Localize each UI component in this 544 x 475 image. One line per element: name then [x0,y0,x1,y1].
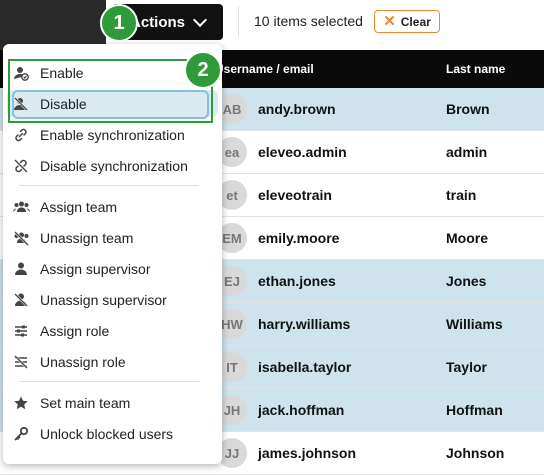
supervisor-icon [7,261,35,277]
menu-item-label: Assign team [40,198,118,215]
lastname-cell: train [446,187,477,203]
lastname-cell: Moore [446,230,488,246]
lastname-cell: Jones [446,273,487,289]
toolbar-divider [238,6,239,36]
role-off-icon [7,354,35,370]
lastname-cell: admin [446,144,488,160]
column-header-lastname[interactable]: Last name [446,62,505,76]
username-cell[interactable]: emily.moore [258,230,339,246]
chevron-down-icon [192,12,208,27]
menu-item-label: Unassign supervisor [40,291,167,308]
username-cell[interactable]: isabella.taylor [258,359,351,375]
menu-item-label: Unassign role [40,353,126,370]
lastname-cell: Williams [446,316,503,332]
step-1-badge: 1 [100,4,138,42]
username-cell[interactable]: eleveotrain [258,187,332,203]
selection-count: 10 items selected [254,13,363,29]
username-cell[interactable]: james.johnson [258,445,356,461]
clear-label: Clear [400,14,431,29]
menu-item-unlock-blocked-users[interactable]: Unlock blocked users [7,420,218,447]
username-cell[interactable]: andy.brown [258,101,336,117]
username-cell[interactable]: harry.williams [258,316,350,332]
unlink-icon [7,158,35,174]
role-icon [7,323,35,339]
menu-item-label: Assign role [40,322,110,339]
menu-item-label: Enable synchronization [40,126,185,143]
menu-item-unassign-supervisor[interactable]: Unassign supervisor [7,286,218,313]
supervisor-off-icon [7,292,35,308]
step-2-badge: 2 [184,51,222,89]
menu-item-assign-team[interactable]: Assign team [7,193,218,220]
lastname-cell: Brown [446,101,490,117]
link-icon [7,127,35,143]
menu-item-label: Unassign team [40,229,134,246]
team-off-icon [7,230,35,246]
menu-item-unassign-team[interactable]: Unassign team [7,224,218,251]
username-cell[interactable]: ethan.jones [258,273,336,289]
lastname-cell: Hoffman [446,402,503,418]
star-icon [7,395,35,411]
team-icon [7,199,35,215]
menu-item-label: Assign supervisor [40,260,151,277]
toolbar: Actions 10 items selected ✕ Clear [0,0,544,50]
menu-item-assign-supervisor[interactable]: Assign supervisor [7,255,218,282]
actions-label: Actions [129,13,185,31]
menu-item-set-main-team[interactable]: Set main team [7,389,218,416]
lastname-cell: Johnson [446,445,505,461]
menu-item-disable-synchronization[interactable]: Disable synchronization [7,152,218,179]
username-cell[interactable]: eleveo.admin [258,144,347,160]
menu-separator [19,185,199,186]
lastname-cell: Taylor [446,359,487,375]
menu-item-label: Set main team [40,394,131,411]
menu-separator [19,381,199,382]
menu-item-label: Unlock blocked users [40,425,174,442]
hover-outline [12,90,209,119]
username-cell[interactable]: jack.hoffman [258,402,344,418]
menu-item-unassign-role[interactable]: Unassign role [7,348,218,375]
toolbar-left-panel [0,0,106,50]
column-header-username[interactable]: Username / email [215,62,314,76]
menu-item-enable-synchronization[interactable]: Enable synchronization [7,121,218,148]
menu-item-assign-role[interactable]: Assign role [7,317,218,344]
clear-button[interactable]: ✕ Clear [374,10,440,33]
close-icon: ✕ [383,13,396,30]
key-icon [7,426,35,442]
menu-item-label: Disable synchronization [40,157,188,174]
